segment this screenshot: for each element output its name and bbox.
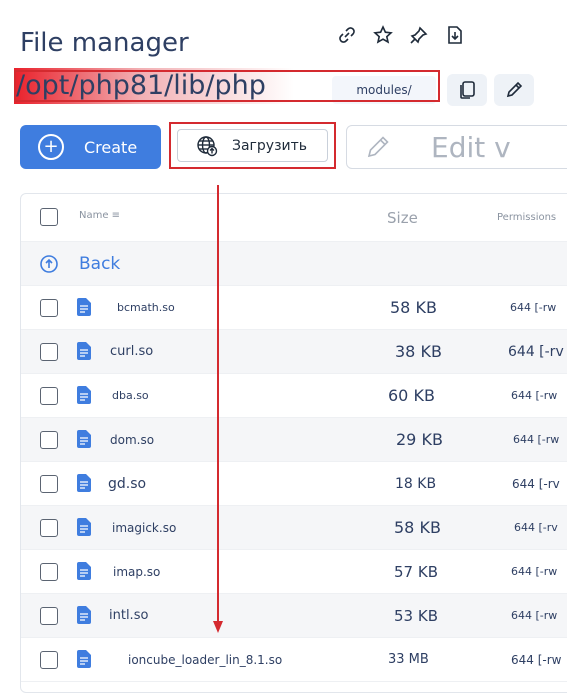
file-permissions[interactable]: 644 [-rv xyxy=(512,477,560,491)
edit-label: Edit v xyxy=(431,130,511,164)
pin-icon[interactable] xyxy=(408,24,430,46)
file-icon xyxy=(77,298,91,316)
file-icon xyxy=(77,518,91,536)
file-name[interactable]: ioncube_loader_lin_8.1.so xyxy=(128,653,282,667)
file-name[interactable]: dom.so xyxy=(110,433,154,447)
table-row[interactable]: gd.so 18 KB 644 [-rv xyxy=(21,462,567,506)
row-checkbox[interactable] xyxy=(40,431,58,449)
file-size: 38 KB xyxy=(395,342,442,362)
file-name[interactable]: gd.so xyxy=(108,476,146,492)
table-row[interactable]: curl.so 38 KB 644 [-rv xyxy=(21,330,567,374)
file-size: 33 MB xyxy=(388,652,429,668)
file-permissions[interactable]: 644 [-rw xyxy=(510,301,556,314)
back-row[interactable]: Back xyxy=(21,242,567,286)
copy-icon xyxy=(460,81,475,99)
select-all-checkbox[interactable] xyxy=(40,208,58,226)
edit-button[interactable]: Edit v xyxy=(346,125,567,169)
file-name[interactable]: dba.so xyxy=(112,389,149,402)
file-icon xyxy=(77,606,91,624)
top-icon-bar xyxy=(336,24,466,46)
edit-path-button[interactable] xyxy=(494,74,534,106)
file-icon xyxy=(77,342,91,360)
row-checkbox[interactable] xyxy=(40,651,58,669)
plus-circle-icon: + xyxy=(38,134,64,160)
file-permissions[interactable]: 644 [-rv xyxy=(514,521,558,534)
table-row[interactable]: dom.so 29 KB 644 [-rw xyxy=(21,418,567,462)
link-icon[interactable] xyxy=(336,24,358,46)
table-row[interactable]: imagick.so 58 KB 644 [-rv xyxy=(21,506,567,550)
column-permissions[interactable]: Permissions xyxy=(497,212,556,223)
file-name[interactable]: imap.so xyxy=(113,565,160,579)
file-permissions[interactable]: 644 [-rw xyxy=(511,609,557,622)
page-title: File manager xyxy=(20,28,189,58)
column-name[interactable]: Name ≡ xyxy=(79,210,120,221)
file-size: 58 KB xyxy=(394,518,441,538)
table-row[interactable]: ioncube_loader_lin_8.1.so 33 MB 644 [-rw xyxy=(21,638,567,682)
file-permissions[interactable]: 644 [-rw xyxy=(511,653,561,667)
file-icon xyxy=(77,650,91,668)
file-icon xyxy=(77,474,91,492)
file-name[interactable]: intl.so xyxy=(109,608,148,623)
file-permissions[interactable]: 644 [-rw xyxy=(511,565,557,578)
row-checkbox[interactable] xyxy=(40,299,58,317)
back-arrow-icon xyxy=(40,255,58,273)
download-icon[interactable] xyxy=(444,24,466,46)
column-size[interactable]: Size xyxy=(387,209,418,227)
table-header: Name ≡ Size Permissions xyxy=(21,194,567,242)
file-name[interactable]: bcmath.so xyxy=(117,301,175,314)
file-size: 58 KB xyxy=(390,298,437,318)
file-permissions[interactable]: 644 [-rw xyxy=(511,389,557,402)
file-permissions[interactable]: 644 [-rv xyxy=(508,344,564,360)
create-button[interactable]: + Create xyxy=(20,125,161,169)
annotation-arrow xyxy=(213,185,223,633)
file-table: Name ≡ Size Permissions Back bcmath.so 58… xyxy=(20,193,567,693)
file-size: 53 KB xyxy=(394,607,438,625)
upload-button[interactable]: Загрузить xyxy=(177,129,328,162)
file-icon xyxy=(77,386,91,404)
table-row[interactable]: intl.so 53 KB 644 [-rw xyxy=(21,594,567,638)
copy-path-button[interactable] xyxy=(447,74,487,106)
file-size: 60 KB xyxy=(388,386,435,406)
row-checkbox[interactable] xyxy=(40,607,58,625)
row-checkbox[interactable] xyxy=(40,343,58,361)
pencil-icon xyxy=(367,136,389,158)
row-checkbox[interactable] xyxy=(40,475,58,493)
back-label: Back xyxy=(79,254,121,274)
file-size: 29 KB xyxy=(396,430,443,450)
file-icon xyxy=(77,562,91,580)
file-size: 57 KB xyxy=(394,563,438,581)
table-row[interactable]: bcmath.so 58 KB 644 [-rw xyxy=(21,286,567,330)
upload-label: Загрузить xyxy=(232,137,308,154)
file-name[interactable]: imagick.so xyxy=(112,521,176,535)
pencil-icon xyxy=(506,81,523,98)
upload-annotation-box: Загрузить xyxy=(169,122,336,169)
table-row[interactable]: dba.so 60 KB 644 [-rw xyxy=(21,374,567,418)
row-checkbox[interactable] xyxy=(40,387,58,405)
file-size: 18 KB xyxy=(395,475,437,492)
star-icon[interactable] xyxy=(372,24,394,46)
create-label: Create xyxy=(84,137,138,157)
globe-upload-icon xyxy=(197,135,218,156)
path-annotation-box xyxy=(14,70,440,102)
row-checkbox[interactable] xyxy=(40,563,58,581)
file-permissions[interactable]: 644 [-rw xyxy=(513,433,559,446)
row-checkbox[interactable] xyxy=(40,519,58,537)
file-icon xyxy=(77,430,91,448)
table-row[interactable]: imap.so 57 KB 644 [-rw xyxy=(21,550,567,594)
file-name[interactable]: curl.so xyxy=(110,344,153,359)
